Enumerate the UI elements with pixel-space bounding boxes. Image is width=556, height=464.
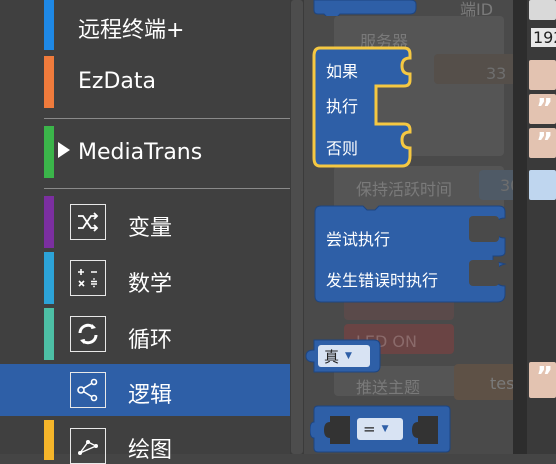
category-color-strip — [44, 364, 54, 416]
divider — [44, 118, 290, 119]
loop-icon — [70, 316, 106, 352]
sidebar-item-ezdata[interactable]: EzData — [0, 56, 290, 110]
dropdown-value: = — [363, 420, 376, 438]
sidebar-item-label: 循环 — [128, 328, 173, 353]
chevron-down-icon: ▼ — [345, 351, 352, 361]
sidebar-item-math[interactable]: 数学 — [0, 252, 290, 306]
block-label-catch: 发生错误时执行 — [326, 271, 439, 290]
right-panel-field — [529, 60, 556, 90]
quote-mark: ” — [536, 362, 554, 392]
sidebar-item-label: EzData — [78, 69, 156, 94]
block-label-try: 尝试执行 — [326, 230, 391, 249]
category-color-strip — [44, 252, 54, 304]
block-label-if: 如果 — [326, 62, 359, 81]
faded-value: 33 — [486, 64, 507, 83]
quote-mark: ” — [536, 94, 554, 124]
category-color-strip — [44, 420, 54, 460]
category-color-strip — [44, 126, 54, 178]
sidebar-item-remote-terminal[interactable]: 远程终端+ — [0, 0, 290, 54]
category-sidebar: 远程终端+ EzData MediaTrans 变量 数学 循环 逻辑 绘图 — [0, 0, 290, 464]
background-block — [434, 54, 524, 84]
sidebar-item-logic[interactable]: 逻辑 — [0, 364, 290, 416]
expand-arrow-icon[interactable] — [58, 142, 70, 158]
faded-label: 端ID — [460, 0, 494, 19]
block-label-else: 否则 — [326, 139, 359, 158]
sidebar-item-loops[interactable]: 循环 — [0, 308, 290, 362]
graph-icon — [70, 428, 106, 464]
operator-dropdown[interactable]: = ▼ — [357, 418, 403, 440]
category-color-strip — [44, 196, 54, 248]
chevron-down-icon: ▼ — [381, 424, 389, 434]
sidebar-item-plot[interactable]: 绘图 — [0, 420, 290, 464]
dropdown-value: 真 — [324, 347, 340, 366]
faded-label: 推送主题 — [356, 378, 421, 397]
sidebar-item-variables[interactable]: 变量 — [0, 196, 290, 250]
sidebar-item-label: 逻辑 — [128, 383, 173, 408]
quote-mark: ” — [536, 128, 554, 158]
logic-icon — [70, 372, 106, 408]
right-panel-field — [529, 0, 556, 20]
workspace-divider — [513, 0, 527, 454]
sidebar-item-label: 变量 — [128, 216, 173, 241]
sidebar-item-label: 远程终端+ — [78, 18, 185, 43]
faded-value: tes — [490, 374, 515, 393]
boolean-dropdown[interactable]: 真 ▼ — [318, 345, 370, 367]
category-color-strip — [44, 56, 54, 108]
right-panel-field — [529, 170, 556, 200]
sidebar-scrollbar-thumb[interactable] — [291, 0, 303, 454]
partial-block[interactable] — [310, 0, 420, 16]
divider — [44, 188, 290, 189]
category-color-strip — [44, 308, 54, 360]
faded-label: 保持活跃时间 — [356, 180, 453, 199]
sidebar-item-label: MediaTrans — [78, 140, 203, 165]
block-label-then: 执行 — [326, 97, 359, 116]
sidebar-item-label: 数学 — [128, 272, 173, 297]
shuffle-icon — [70, 204, 106, 240]
category-color-strip — [44, 0, 54, 50]
right-panel-value: 192 — [531, 28, 556, 47]
sidebar-item-label: 绘图 — [128, 438, 173, 463]
sidebar-item-mediatrans[interactable]: MediaTrans — [0, 124, 290, 180]
math-icon — [70, 260, 106, 296]
